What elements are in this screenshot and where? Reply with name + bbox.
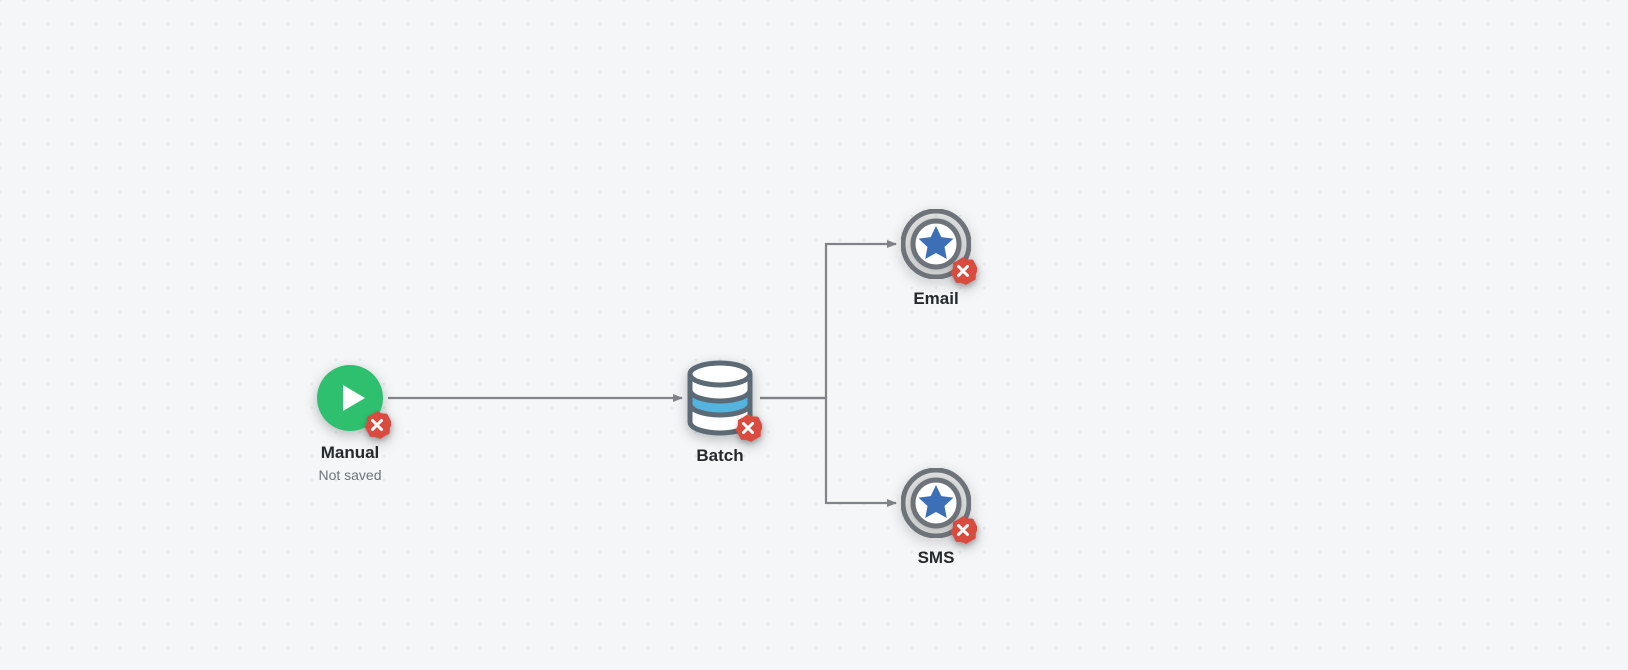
error-badge-icon[interactable] <box>949 257 977 285</box>
error-badge-icon[interactable] <box>363 411 391 439</box>
connectors-layer <box>0 0 1628 670</box>
error-badge-icon[interactable] <box>734 414 762 442</box>
database-icon[interactable] <box>684 360 756 436</box>
node-batch[interactable]: Batch <box>660 360 780 466</box>
node-label: Manual <box>290 443 410 463</box>
star-badge-icon[interactable] <box>901 468 971 538</box>
node-sublabel: Not saved <box>290 467 410 483</box>
node-manual[interactable]: Manual Not saved <box>290 363 410 483</box>
play-icon[interactable] <box>315 363 385 433</box>
node-label: SMS <box>876 548 996 568</box>
node-label: Email <box>876 289 996 309</box>
workflow-canvas[interactable]: Manual Not saved <box>0 0 1628 670</box>
error-badge-icon[interactable] <box>949 516 977 544</box>
star-badge-icon[interactable] <box>901 209 971 279</box>
node-sms[interactable]: SMS <box>876 468 996 568</box>
node-email[interactable]: Email <box>876 209 996 309</box>
node-label: Batch <box>660 446 780 466</box>
